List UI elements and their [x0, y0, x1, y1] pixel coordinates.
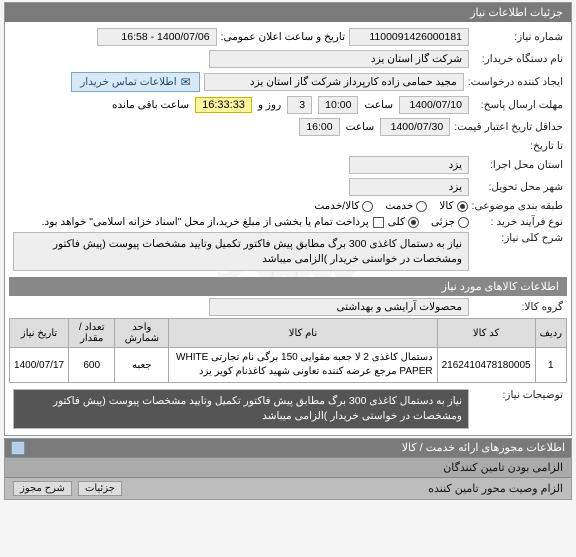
th-name: نام کالا — [169, 319, 437, 348]
contact-buyer-button[interactable]: ✉ اطلاعات تماس خریدار — [71, 72, 200, 92]
table-row: 1 2162410478180005 دستمال کاغذی 2 لا جعب… — [10, 348, 567, 383]
cell-unit: جعبه — [115, 348, 169, 383]
label-exec-province: استان محل اجرا: — [473, 159, 563, 171]
proc-radio-group: جزئی کلی — [388, 216, 469, 228]
label-desc: شرح کلی نیاز: — [473, 232, 563, 244]
label-days: روز و — [258, 99, 281, 111]
label-proc-type: نوع فرآیند خرید : — [473, 216, 563, 228]
label-time2: ساعت — [346, 121, 375, 133]
cell-name: دستمال کاغذی 2 لا جعبه مقوایی 150 برگی ن… — [169, 348, 437, 383]
label-buyer: نام دستگاه خریدار: — [473, 53, 563, 65]
value-deliver-city: یزد — [349, 178, 469, 196]
treasury-checkbox[interactable] — [373, 217, 384, 228]
label-category: طبقه بندی موضوعی: — [472, 200, 563, 212]
label-need-no: شماره نیاز: — [473, 31, 563, 43]
label-explain: توضیحات نیاز: — [473, 389, 563, 401]
th-code: کد کالا — [437, 319, 535, 348]
radio-goods[interactable]: کالا — [439, 200, 467, 212]
label-creator: ایجاد کننده درخواست: — [468, 76, 563, 88]
value-buyer: شرکت گاز استان یزد — [209, 50, 469, 68]
panel-permits: اطلاعات مجوزهای ارائه خدمت / کالا الزامی… — [4, 438, 572, 500]
footer-row: الزام وصیت محور تامین کننده جزئیات شرح م… — [5, 477, 571, 499]
cell-qty: 600 — [69, 348, 115, 383]
proc-note: پرداخت تمام یا بخشی از مبلغ خرید،از محل … — [42, 216, 369, 228]
cell-idx: 1 — [535, 348, 566, 383]
label-remain: ساعت باقی مانده — [112, 99, 189, 111]
subheader-items: اطلاعات کالاهای مورد نیاز — [9, 277, 567, 296]
items-table: ردیف کد کالا نام کالا واحد شمارش تعداد /… — [9, 318, 567, 383]
radio-partial[interactable]: جزئی — [431, 216, 469, 228]
radio-both[interactable]: کالا/خدمت — [314, 200, 373, 212]
label-deliver-city: شهر محل تحویل: — [473, 181, 563, 193]
expand-icon[interactable] — [11, 441, 25, 455]
footer-label: الزام وصیت محور تامین کننده — [428, 482, 563, 495]
th-qty: تعداد / مقدار — [69, 319, 115, 348]
value-date2: 1400/07/30 — [380, 118, 450, 136]
value-days: 3 — [287, 96, 312, 114]
th-unit: واحد شمارش — [115, 319, 169, 348]
label-time1: ساعت — [364, 99, 393, 111]
panel-header: جزئیات اطلاعات نیاز — [5, 3, 571, 22]
value-need-no: 1100091426000181 — [349, 28, 469, 46]
value-desc: نیاز به دستمال کاغذی 300 برگ مطابق پیش ف… — [13, 232, 469, 271]
cell-date: 1400/07/17 — [10, 348, 69, 383]
value-exec-province: یزد — [349, 156, 469, 174]
value-creator: مجید حمامی زاده کارپرداز شرکت گاز استان … — [204, 73, 464, 91]
contact-label: اطلاعات تماس خریدار — [80, 76, 176, 88]
value-group: محصولات آرایشی و بهداشتی — [209, 298, 469, 316]
radio-service[interactable]: خدمت — [385, 200, 427, 212]
label-empty: تا تاریخ: — [473, 140, 563, 152]
cell-code: 2162410478180005 — [437, 348, 535, 383]
label-deadline: مهلت ارسال پاسخ: — [473, 99, 563, 111]
envelope-icon: ✉ — [181, 75, 191, 89]
value-time1: 10:00 — [318, 96, 358, 114]
supplier-mandatory-label: الزامی بودن تامین کنندگان — [443, 461, 563, 474]
th-date: تاریخ نیاز — [10, 319, 69, 348]
details-button[interactable]: جزئیات — [78, 481, 122, 496]
countdown: 16:33:33 — [195, 97, 252, 113]
label-price-valid: حداقل تاریخ اعتبار قیمت: — [454, 121, 563, 133]
label-group: گروه کالا: — [473, 301, 563, 313]
th-idx: ردیف — [535, 319, 566, 348]
permit-desc-button[interactable]: شرح مجوز — [13, 481, 72, 496]
value-date1: 1400/07/10 — [399, 96, 469, 114]
permits-title: اطلاعات مجوزهای ارائه خدمت / کالا — [402, 441, 565, 454]
label-announce: تاریخ و ساعت اعلان عمومی: — [221, 31, 345, 43]
radio-total[interactable]: کلی — [388, 216, 419, 228]
supplier-mandatory-row: الزامی بودن تامین کنندگان — [5, 457, 571, 477]
panel-need-details: جزئیات اطلاعات نیاز شماره نیاز: 11000914… — [4, 2, 572, 436]
category-radio-group: کالا خدمت کالا/خدمت — [314, 200, 467, 212]
value-time2: 16:00 — [299, 118, 339, 136]
permits-header[interactable]: اطلاعات مجوزهای ارائه خدمت / کالا — [5, 439, 571, 457]
value-announce: 1400/07/06 - 16:58 — [97, 28, 217, 46]
value-explain: نیاز به دستمال کاغذی 300 برگ مطابق پیش ف… — [13, 389, 469, 428]
